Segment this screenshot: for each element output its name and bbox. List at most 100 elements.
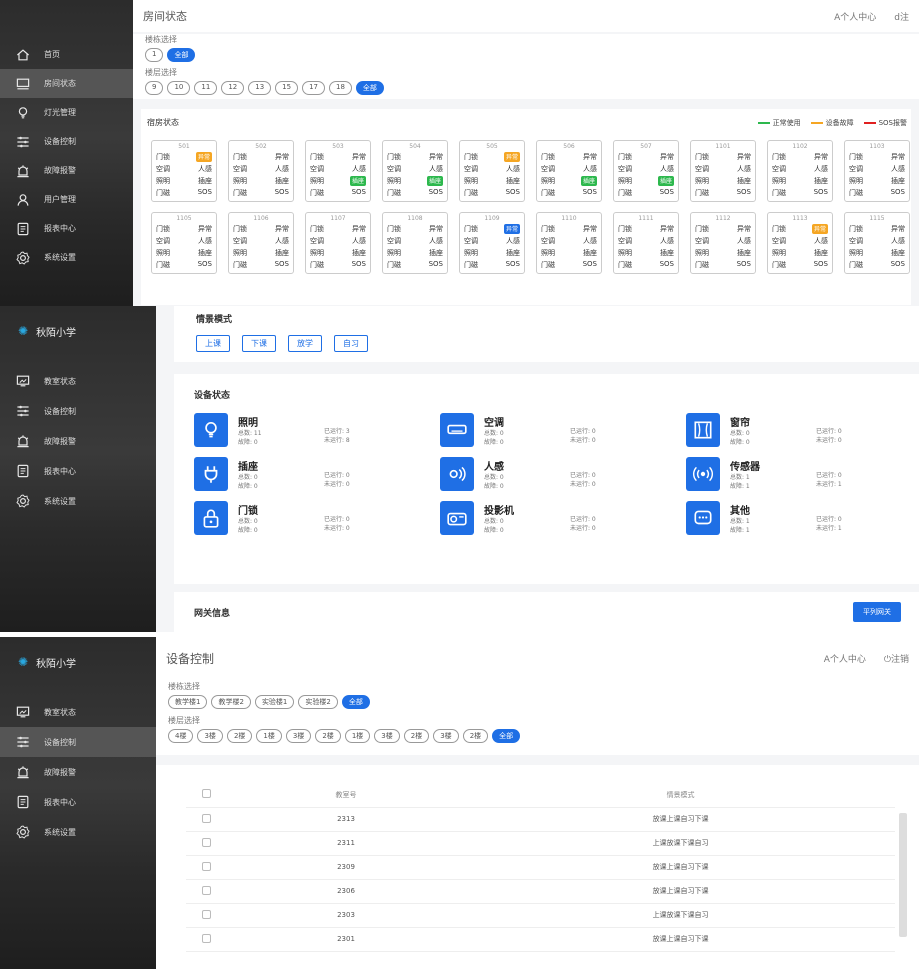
filter-chip[interactable]: 2楼: [403, 729, 430, 743]
sidebar-item[interactable]: 灯光管理: [0, 98, 133, 127]
sidebar-item[interactable]: 教室状态: [0, 697, 156, 727]
table-row[interactable]: 2301 放课上课自习下课: [186, 927, 896, 952]
filter-chip[interactable]: 3楼: [433, 729, 459, 743]
sidebar-item[interactable]: 系统设置: [0, 243, 133, 272]
filter-chip[interactable]: 教学楼2: [211, 695, 251, 709]
sidebar-item[interactable]: 设备控制: [0, 727, 156, 757]
filter-chip[interactable]: 17: [302, 81, 325, 95]
table-row[interactable]: 2313 放课上课自习下课: [186, 807, 896, 832]
filter-panel: 楼栋选择 教学楼1 教学楼2 实验楼1 实验楼2 全部 楼层选择 4楼 3楼 2楼 1楼 3楼 2…: [156, 681, 919, 747]
room-card[interactable]: 1109 门锁 异常 空调 人感 照明 插座 门磁 SOS: [459, 212, 525, 274]
table-row[interactable]: 2303 上课放课下课自习: [186, 903, 896, 928]
room-card[interactable]: 503 门锁 异常 空调 人感 照明 插座 门磁 SOS: [305, 140, 371, 202]
select-all-checkbox[interactable]: [201, 789, 211, 799]
sidebar-item[interactable]: 首页: [0, 40, 133, 69]
sidebar-item[interactable]: 设备控制: [0, 396, 156, 426]
sidebar-item[interactable]: 用户管理: [0, 185, 133, 214]
room-card[interactable]: 1110 门锁 异常 空调 人感 照明 插座 门磁 SOS: [536, 212, 602, 274]
filter-chip[interactable]: 全部: [492, 729, 521, 743]
room-card[interactable]: 504 门锁 异常 空调 人感 照明 插座 门磁 SOS: [382, 140, 448, 202]
filter-chip[interactable]: 15: [275, 81, 299, 95]
device-tile[interactable]: 插座 总数: 0 故障: 0 已运行: 0 未运行: 0: [194, 457, 440, 491]
room-card[interactable]: 1111 门锁 异常 空调 人感 照明 插座 门磁 SOS: [613, 212, 679, 274]
filter-chip[interactable]: 3楼: [285, 729, 312, 743]
filter-chip[interactable]: 全部: [341, 695, 370, 709]
device-tile[interactable]: 照明 总数: 11 故障: 0 已运行: 3 未运行: 8: [194, 413, 440, 447]
sidebar-item[interactable]: 报表中心: [0, 456, 156, 486]
sidebar-item[interactable]: 故障报警: [0, 156, 133, 185]
device-tile[interactable]: 投影机 总数: 0 故障: 0 已运行: 0 未运行: 0: [440, 501, 686, 535]
room-card[interactable]: 505 门锁 异常 空调 人感 照明 插座 门磁 SOS: [459, 140, 525, 202]
row-checkbox[interactable]: [201, 933, 211, 943]
sidebar-item[interactable]: 系统设置: [0, 817, 156, 847]
room-card[interactable]: 506 门锁 异常 空调 人感 照明 插座 门磁 SOS: [536, 140, 602, 202]
row-checkbox[interactable]: [201, 909, 211, 919]
filter-chip[interactable]: 1楼: [344, 729, 371, 743]
filter-chip[interactable]: 2楼: [462, 729, 489, 743]
filter-chip[interactable]: 2楼: [226, 729, 253, 743]
room-card[interactable]: 1103 门锁 异常 空调 人感 照明 插座 门磁 SOS: [844, 140, 910, 202]
row-checkbox[interactable]: [201, 837, 211, 847]
sidebar-item[interactable]: 教室状态: [0, 366, 156, 396]
room-card[interactable]: 1107 门锁 异常 空调 人感 照明 插座 门磁 SOS: [305, 212, 371, 274]
sidebar-item[interactable]: 设备控制: [0, 127, 133, 156]
filter-chip[interactable]: 3楼: [374, 729, 400, 743]
filter-chip[interactable]: 实验楼2: [298, 695, 338, 709]
room-card[interactable]: 1112 门锁 异常 空调 人感 照明 插座 门磁 SOS: [690, 212, 756, 274]
room-card[interactable]: 1108 门锁 异常 空调 人感 照明 插座 门磁 SOS: [382, 212, 448, 274]
filter-chip[interactable]: 2楼: [315, 729, 341, 743]
user-center-link[interactable]: A个人中心: [824, 652, 866, 665]
room-card[interactable]: 1101 门锁 异常 空调 人感 照明 插座 门磁 SOS: [690, 140, 756, 202]
logout-link[interactable]: ⏻注销: [884, 652, 909, 665]
sidebar-item[interactable]: 报表中心: [0, 214, 133, 243]
room-status-card: 宿房状态 正常使用 设备故障 SOS报警 501 门锁 异常 空调 人感 照明 插座 门磁 SO…: [141, 109, 911, 305]
scene-mode-button[interactable]: 上课: [196, 335, 230, 352]
room-card[interactable]: 502 门锁 异常 空调 人感 照明 插座 门磁 SOS: [228, 140, 294, 202]
row-checkbox[interactable]: [201, 861, 211, 871]
table-row[interactable]: 2309 放课上课自习下课: [186, 855, 896, 880]
sidebar-item[interactable]: 故障报警: [0, 426, 156, 456]
device-tile[interactable]: 传感器 总数: 1 故障: 1 已运行: 0 未运行: 1: [686, 457, 919, 491]
filter-chip[interactable]: 18: [329, 81, 352, 95]
table-row[interactable]: 2306 放课上课自习下课: [186, 879, 896, 904]
scene-mode-button[interactable]: 放学: [288, 335, 322, 352]
sidebar-item[interactable]: 故障报警: [0, 757, 156, 787]
room-card[interactable]: 1106 门锁 异常 空调 人感 照明 插座 门磁 SOS: [228, 212, 294, 274]
filter-chip[interactable]: 全部: [167, 48, 196, 62]
row-checkbox[interactable]: [201, 813, 211, 823]
room-card[interactable]: 1115 门锁 异常 空调 人感 照明 插座 门磁 SOS: [844, 212, 910, 274]
device-tile[interactable]: 窗帘 总数: 0 故障: 0 已运行: 0 未运行: 0: [686, 413, 919, 447]
room-card[interactable]: 501 门锁 异常 空调 人感 照明 插座 门磁 SOS: [151, 140, 217, 202]
filter-chip[interactable]: 全部: [355, 81, 384, 95]
device-tile[interactable]: 门锁 总数: 0 故障: 0 已运行: 0 未运行: 0: [194, 501, 440, 535]
scene-mode-button[interactable]: 自习: [334, 335, 368, 352]
scene-mode-button[interactable]: 下课: [242, 335, 276, 352]
sidebar-item[interactable]: 系统设置: [0, 486, 156, 516]
device-tile[interactable]: 空调 总数: 0 故障: 0 已运行: 0 未运行: 0: [440, 413, 686, 447]
filter-chip[interactable]: 4楼: [168, 729, 194, 743]
filter-chip[interactable]: 1: [145, 48, 164, 62]
filter-chip[interactable]: 1楼: [256, 729, 282, 743]
row-checkbox[interactable]: [201, 885, 211, 895]
filter-chip[interactable]: 11: [194, 81, 218, 95]
filter-chip[interactable]: 教学楼1: [168, 695, 208, 709]
logout-link[interactable]: d注: [894, 10, 909, 23]
device-tile[interactable]: 其他 总数: 1 故障: 1 已运行: 0 未运行: 1: [686, 501, 919, 535]
filter-chip[interactable]: 3楼: [197, 729, 223, 743]
filter-chip[interactable]: 12: [221, 81, 245, 95]
sidebar-item[interactable]: 房间状态: [0, 69, 133, 98]
table-row[interactable]: 2311 上课放课下课自习: [186, 831, 896, 856]
gateway-button[interactable]: 平列网关: [853, 602, 901, 622]
room-card[interactable]: 507 门锁 异常 空调 人感 照明 插座 门磁 SOS: [613, 140, 679, 202]
sidebar-item[interactable]: 报表中心: [0, 787, 156, 817]
room-card[interactable]: 1105 门锁 异常 空调 人感 照明 插座 门磁 SOS: [151, 212, 217, 274]
user-center-link[interactable]: A个人中心: [834, 10, 876, 23]
room-card[interactable]: 1102 门锁 异常 空调 人感 照明 插座 门磁 SOS: [767, 140, 833, 202]
device-tile[interactable]: 人感 总数: 0 故障: 0 已运行: 0 未运行: 0: [440, 457, 686, 491]
table-scrollbar[interactable]: [899, 813, 907, 937]
filter-chip[interactable]: 9: [145, 81, 164, 95]
filter-chip[interactable]: 10: [167, 81, 191, 95]
filter-chip[interactable]: 13: [248, 81, 272, 95]
filter-chip[interactable]: 实验楼1: [254, 695, 295, 709]
room-card[interactable]: 1113 门锁 异常 空调 人感 照明 插座 门磁 SOS: [767, 212, 833, 274]
